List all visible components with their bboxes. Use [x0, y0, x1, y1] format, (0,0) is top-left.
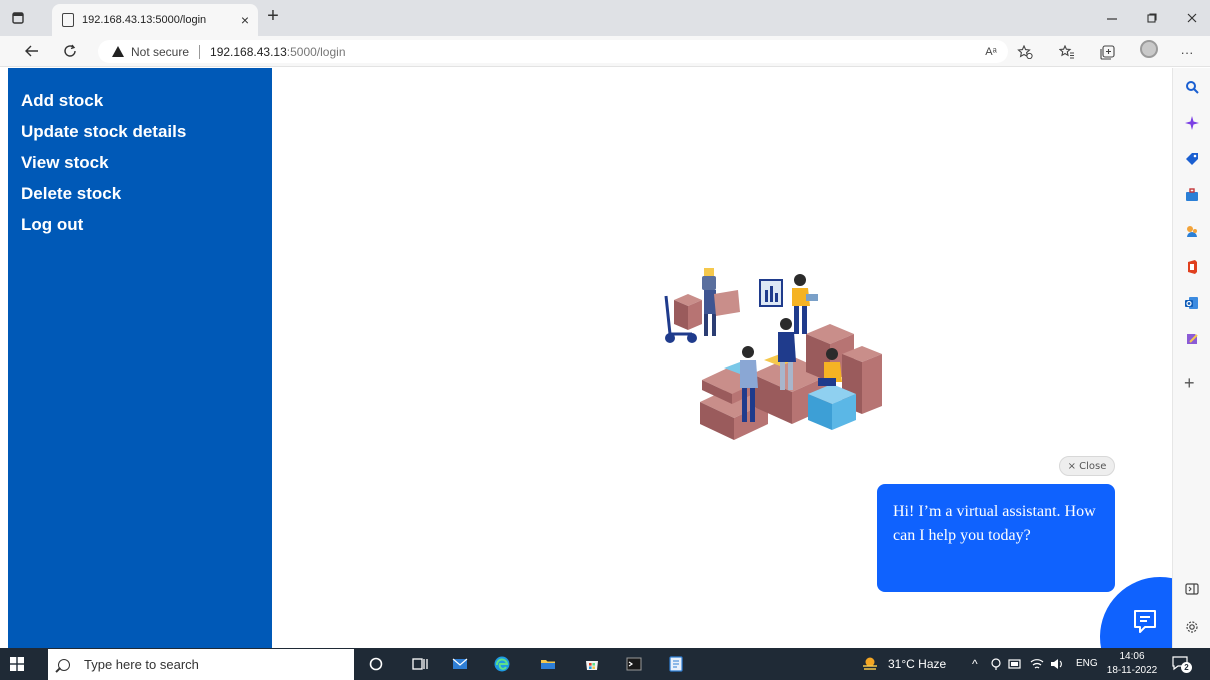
add-sidebar-app-icon[interactable]: +	[1184, 374, 1195, 392]
windows-taskbar: Type here to search 31°C Haze ^ ENG 14:0…	[0, 648, 1210, 680]
favorite-add-icon[interactable]	[1014, 42, 1036, 62]
mail-icon[interactable]	[452, 656, 468, 672]
chart-board	[759, 279, 783, 307]
hand-cart	[664, 294, 702, 343]
meet-now-icon[interactable]	[990, 657, 1002, 671]
office-icon[interactable]	[1185, 260, 1199, 274]
warehouse-illustration	[664, 268, 882, 440]
sidebar-nav: Add stock Update stock details View stoc…	[8, 68, 272, 648]
sidebar-item-update-stock-details[interactable]: Update stock details	[8, 121, 272, 152]
restore-button[interactable]	[1132, 6, 1172, 30]
language-indicator[interactable]: ENG	[1076, 658, 1098, 669]
url-path: :5000/login	[286, 44, 346, 59]
sidebar-item-log-out[interactable]: Log out	[8, 214, 272, 245]
tray-expand-icon[interactable]: ^	[972, 657, 978, 671]
page-icon	[62, 13, 74, 27]
drop-icon[interactable]	[1185, 332, 1199, 346]
notification-center-icon[interactable]: 2	[1172, 655, 1192, 673]
new-tab-button[interactable]: +	[262, 6, 284, 28]
chat-greeting-message: Hi! I’m a virtual assistant. How can I h…	[877, 484, 1115, 592]
sidebar-item-delete-stock[interactable]: Delete stock	[8, 183, 272, 214]
windows-start-icon[interactable]	[10, 657, 24, 671]
divider	[199, 44, 201, 59]
battery-icon[interactable]	[1008, 658, 1022, 670]
shopping-tag-icon[interactable]	[1185, 152, 1199, 166]
favorites-icon[interactable]	[1056, 42, 1078, 62]
url-field[interactable]: Not secure 192.168.43.13:5000/login	[98, 40, 1008, 63]
edge-sidebar: +	[1172, 68, 1210, 648]
clock-date: 18-11-2022	[1106, 665, 1158, 676]
games-icon[interactable]	[1185, 224, 1199, 238]
url-host: 192.168.43.13	[210, 44, 287, 59]
security-label[interactable]: Not secure	[131, 45, 189, 59]
tab-close-button[interactable]: ×	[232, 12, 258, 28]
taskbar-clock[interactable]: 14:06 18-11-2022	[1106, 650, 1158, 678]
chat-close-button[interactable]: × Close	[1059, 456, 1115, 476]
terminal-icon[interactable]	[626, 656, 642, 672]
browser-tab[interactable]: 192.168.43.13:5000/login ×	[52, 4, 258, 36]
edge-browser-icon[interactable]	[494, 656, 510, 672]
notepad-app-icon[interactable]	[668, 656, 684, 672]
weather-haze-icon[interactable]	[862, 656, 878, 672]
search-icon	[58, 658, 70, 671]
taskbar-search-box[interactable]: Type here to search	[48, 649, 354, 680]
back-button[interactable]	[20, 40, 44, 62]
search-icon[interactable]	[1185, 80, 1199, 94]
minimize-button[interactable]	[1092, 6, 1132, 30]
refresh-button[interactable]	[58, 40, 82, 62]
sidebar-settings-gear-icon[interactable]	[1185, 620, 1199, 634]
sidebar-item-view-stock[interactable]: View stock	[8, 152, 272, 183]
person-with-laptop	[792, 274, 818, 334]
warning-icon	[112, 46, 124, 57]
sidebar-item-add-stock[interactable]: Add stock	[8, 90, 272, 121]
file-explorer-icon[interactable]	[540, 656, 556, 672]
weather-text[interactable]: 31°C Haze	[888, 657, 946, 671]
main-content: × Close Hi! I’m a virtual assistant. How…	[272, 68, 1210, 680]
read-aloud-icon[interactable]: Aᵃ	[980, 42, 1002, 62]
volume-icon[interactable]	[1050, 657, 1064, 671]
wifi-icon[interactable]	[1030, 657, 1044, 671]
clock-time: 14:06	[1119, 651, 1145, 662]
more-menu-button[interactable]: ···	[1176, 42, 1198, 62]
profile-avatar[interactable]	[1140, 40, 1158, 58]
chat-icon	[1134, 610, 1156, 633]
cortana-icon[interactable]	[368, 656, 384, 672]
tab-actions-icon[interactable]	[8, 8, 28, 28]
taskbar-search-placeholder: Type here to search	[84, 657, 199, 672]
outlook-icon[interactable]	[1185, 296, 1199, 310]
collections-icon[interactable]	[1096, 42, 1118, 62]
tab-title: 192.168.43.13:5000/login	[82, 14, 207, 26]
tools-briefcase-icon[interactable]	[1185, 188, 1199, 202]
address-bar: Not secure 192.168.43.13:5000/login Aᵃ ·…	[0, 36, 1210, 67]
notification-count-badge: 2	[1181, 662, 1192, 673]
task-view-icon[interactable]	[412, 656, 428, 672]
robot-figure	[702, 268, 740, 336]
store-icon[interactable]	[584, 656, 600, 672]
browser-tab-bar: 192.168.43.13:5000/login × +	[0, 0, 1210, 36]
hide-sidebar-icon[interactable]	[1185, 582, 1199, 596]
close-window-button[interactable]	[1172, 6, 1210, 30]
copilot-icon[interactable]	[1185, 116, 1199, 130]
